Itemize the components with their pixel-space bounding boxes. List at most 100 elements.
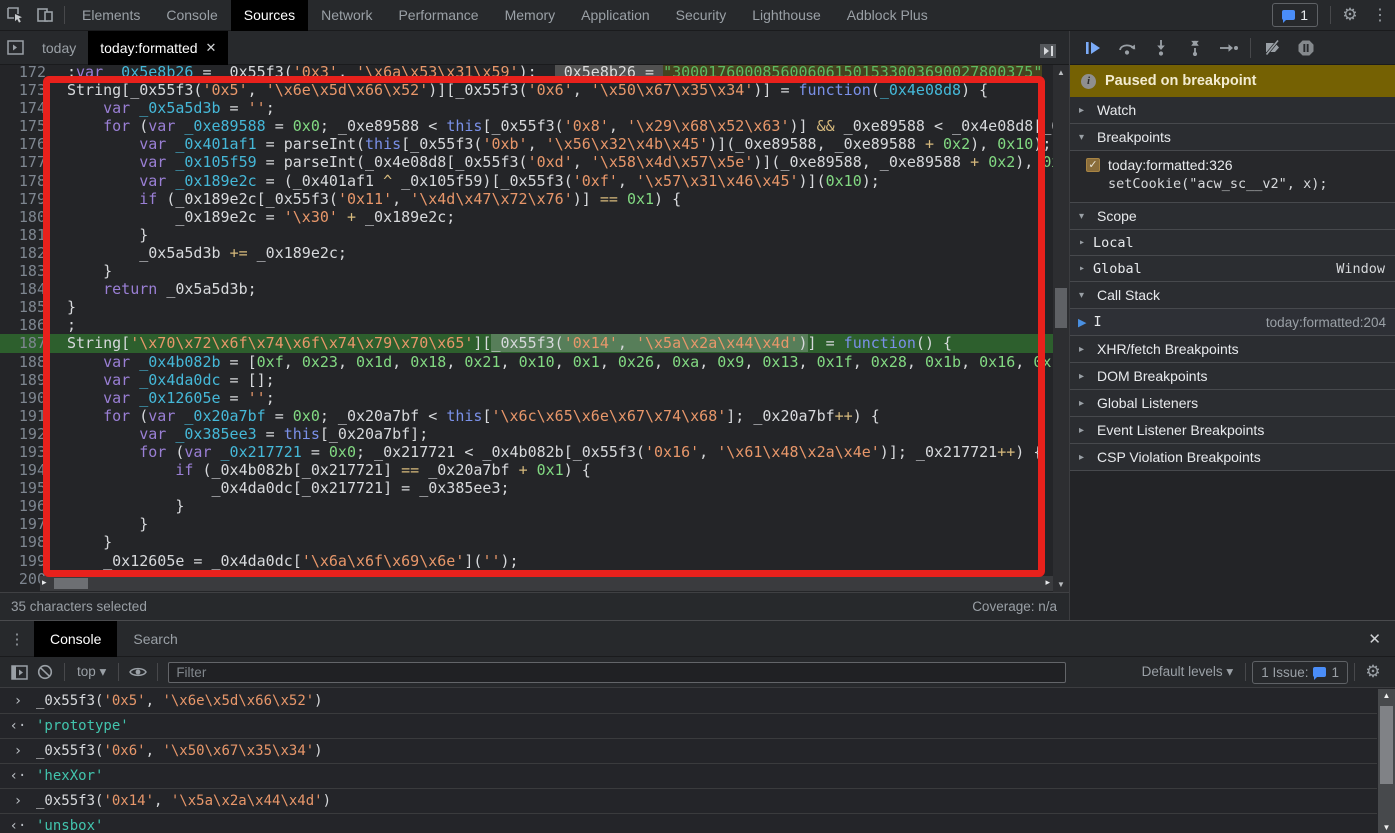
drawer-tab-console[interactable]: Console — [34, 621, 117, 657]
code-line[interactable]: 174 var _0x5a5d3b = ''; — [0, 99, 1053, 117]
deactivate-breakpoints-icon[interactable] — [1259, 38, 1285, 58]
clear-console-icon[interactable] — [32, 660, 58, 684]
more-options-icon[interactable]: ⋮ — [1365, 0, 1395, 30]
console-input[interactable]: ›_0x55f3('0x14', '\x5a\x2a\x44\x4d') — [0, 789, 1377, 814]
line-number[interactable]: 182 — [0, 244, 55, 262]
line-number[interactable]: 177 — [0, 153, 55, 171]
drawer-menu-icon[interactable]: ⋮ — [0, 630, 34, 648]
main-tab-lighthouse[interactable]: Lighthouse — [739, 0, 834, 31]
sidebar-section-dom-breakpoints[interactable]: ▸DOM Breakpoints — [1070, 363, 1395, 390]
code-line[interactable]: 175 for (var _0xe89588 = 0x0; _0xe89588 … — [0, 117, 1053, 135]
line-number[interactable]: 192 — [0, 425, 55, 443]
line-number[interactable]: 180 — [0, 208, 55, 226]
main-tab-console[interactable]: Console — [153, 0, 230, 31]
show-debugger-sidebar-icon[interactable] — [1033, 36, 1063, 66]
pause-on-exceptions-icon[interactable] — [1293, 38, 1319, 58]
code-line[interactable]: 172;var _0x5e8b26 = _0x55f3('0x3', '\x6a… — [0, 65, 1053, 81]
code-line[interactable]: 193 for (var _0x217721 = 0x0; _0x217721 … — [0, 443, 1053, 461]
close-drawer-icon[interactable]: ✕ — [1368, 630, 1395, 648]
line-number[interactable]: 172 — [0, 65, 55, 81]
scroll-right-icon[interactable]: ▸ — [1045, 577, 1050, 588]
scroll-down-icon[interactable]: ▼ — [1053, 580, 1069, 589]
sidebar-section-xhr-fetch-breakpoints[interactable]: ▸XHR/fetch Breakpoints — [1070, 336, 1395, 363]
code-line[interactable]: 179 if (_0x189e2c[_0x55f3('0x11', '\x4d\… — [0, 190, 1053, 208]
line-number[interactable]: 197 — [0, 515, 55, 533]
sidebar-section-watch[interactable]: ▸ Watch — [1070, 97, 1395, 124]
scope-global[interactable]: ▸ Global Window — [1070, 256, 1395, 282]
line-number[interactable]: 175 — [0, 117, 55, 135]
code-line[interactable]: 181 } — [0, 226, 1053, 244]
drawer-tab-search[interactable]: Search — [117, 621, 193, 657]
line-number[interactable]: 198 — [0, 533, 55, 551]
show-navigator-icon[interactable] — [0, 33, 30, 63]
code-line[interactable]: 199 _0x12605e = _0x4da0dc['\x6a\x6f\x69\… — [0, 552, 1053, 570]
context-selector[interactable]: top ▾ — [71, 664, 112, 680]
code-line[interactable]: 191 for (var _0x20a7bf = 0x0; _0x20a7bf … — [0, 407, 1053, 425]
scroll-down-icon[interactable]: ▼ — [1378, 823, 1395, 832]
console-result[interactable]: ‹·'prototype' — [0, 714, 1377, 739]
main-tab-adblock-plus[interactable]: Adblock Plus — [834, 0, 941, 31]
line-number[interactable]: 193 — [0, 443, 55, 461]
line-number[interactable]: 191 — [0, 407, 55, 425]
code-line[interactable]: 176 var _0x401af1 = parseInt(this[_0x55f… — [0, 135, 1053, 153]
code-line[interactable]: 194 if (_0x4b082b[_0x217721] == _0x20a7b… — [0, 461, 1053, 479]
console-scrollbar[interactable]: ▲ ▼ — [1378, 689, 1395, 833]
code-line[interactable]: 180 _0x189e2c = '\x30' + _0x189e2c; — [0, 208, 1053, 226]
code-line[interactable]: 173String[_0x55f3('0x5', '\x6e\x5d\x66\x… — [0, 81, 1053, 99]
line-number[interactable]: 183 — [0, 262, 55, 280]
step-out-icon[interactable] — [1182, 38, 1208, 58]
main-tab-sources[interactable]: Sources — [231, 0, 308, 31]
main-tab-security[interactable]: Security — [663, 0, 740, 31]
line-number[interactable]: 196 — [0, 497, 55, 515]
line-number[interactable]: 185 — [0, 298, 55, 316]
code-editor[interactable]: 172;var _0x5e8b26 = _0x55f3('0x3', '\x6a… — [0, 65, 1069, 592]
step-over-icon[interactable] — [1114, 38, 1140, 58]
sidebar-section-csp-violation-breakpoints[interactable]: ▸CSP Violation Breakpoints — [1070, 444, 1395, 471]
line-number[interactable]: 190 — [0, 389, 55, 407]
inspect-element-icon[interactable] — [0, 0, 30, 30]
code-line[interactable]: 198 } — [0, 533, 1053, 551]
line-number[interactable]: 174 — [0, 99, 55, 117]
main-tab-elements[interactable]: Elements — [69, 0, 153, 31]
line-number[interactable]: 199 — [0, 552, 55, 570]
line-number[interactable]: 176 — [0, 135, 55, 153]
sidebar-section-callstack[interactable]: ▾ Call Stack — [1070, 282, 1395, 309]
code-line[interactable]: 183 } — [0, 262, 1053, 280]
file-tab-today-formatted[interactable]: today:formatted✕ — [88, 31, 228, 65]
line-number[interactable]: 181 — [0, 226, 55, 244]
execution-line[interactable]: 187String['\x70\x72\x6f\x74\x6f\x74\x79\… — [0, 334, 1053, 352]
line-number[interactable]: 186 — [0, 316, 55, 334]
live-expression-eye-icon[interactable] — [125, 660, 151, 684]
editor-vertical-scrollbar[interactable]: ▲ ▼ — [1053, 65, 1069, 592]
code-line[interactable]: 178 var _0x189e2c = (_0x401af1 ^ _0x105f… — [0, 172, 1053, 190]
scope-local[interactable]: ▸ Local — [1070, 230, 1395, 256]
callstack-frame[interactable]: ▶ I today:formatted:204 — [1070, 309, 1395, 336]
device-toolbar-icon[interactable] — [30, 0, 60, 30]
sidebar-section-global-listeners[interactable]: ▸Global Listeners — [1070, 390, 1395, 417]
issues-badge[interactable]: 1 — [1272, 3, 1318, 27]
scroll-up-icon[interactable]: ▲ — [1378, 691, 1395, 700]
scroll-up-icon[interactable]: ▲ — [1053, 68, 1069, 77]
code-line[interactable]: 185} — [0, 298, 1053, 316]
console-result[interactable]: ‹·'unsbox' — [0, 814, 1377, 833]
close-tab-icon[interactable]: ✕ — [206, 31, 217, 65]
console-input[interactable]: ›_0x55f3('0x6', '\x50\x67\x35\x34') — [0, 739, 1377, 764]
console-sidebar-icon[interactable] — [6, 660, 32, 684]
line-number[interactable]: 188 — [0, 353, 55, 371]
main-tab-application[interactable]: Application — [568, 0, 663, 31]
code-line[interactable]: 190 var _0x12605e = ''; — [0, 389, 1053, 407]
code-line[interactable]: 197 } — [0, 515, 1053, 533]
resume-script-icon[interactable] — [1080, 38, 1106, 58]
main-tab-network[interactable]: Network — [308, 0, 385, 31]
code-line[interactable]: 186; — [0, 316, 1053, 334]
line-number[interactable]: 178 — [0, 172, 55, 190]
code-line[interactable]: 196 } — [0, 497, 1053, 515]
line-number[interactable]: 189 — [0, 371, 55, 389]
code-line[interactable]: 182 _0x5a5d3b += _0x189e2c; — [0, 244, 1053, 262]
file-tab-today[interactable]: today — [30, 31, 88, 65]
sidebar-section-breakpoints[interactable]: ▾ Breakpoints — [1070, 124, 1395, 151]
scrollbar-thumb[interactable] — [1380, 706, 1393, 784]
step-icon[interactable] — [1216, 38, 1242, 58]
code-line[interactable]: 188 var _0x4b082b = [0xf, 0x23, 0x1d, 0x… — [0, 353, 1053, 371]
code-line[interactable]: 189 var _0x4da0dc = []; — [0, 371, 1053, 389]
